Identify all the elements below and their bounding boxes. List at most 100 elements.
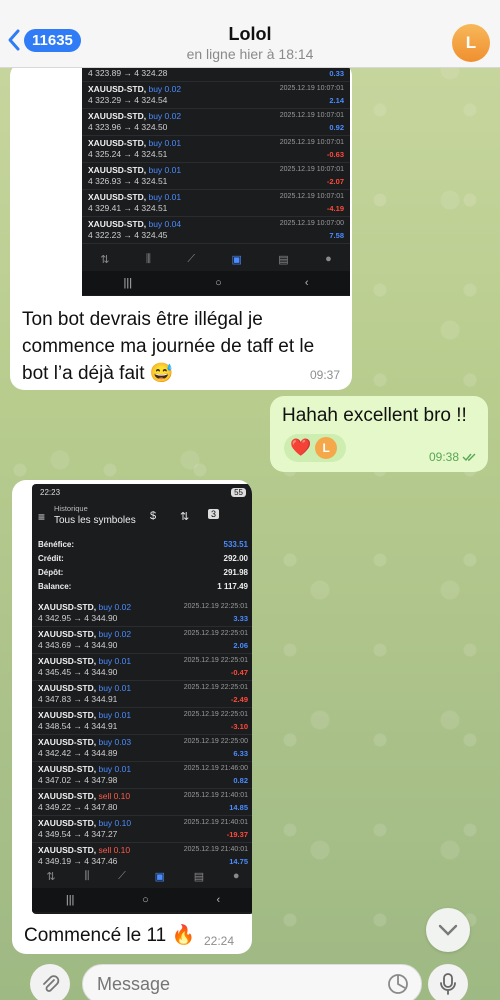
recents-icon: |||: [123, 277, 133, 289]
trade-row[interactable]: XAUUSD-STD, buy 0.10 4 349.54 → 4 347.27 2…: [32, 816, 252, 843]
summary-row: Dépôt: 291.98: [38, 566, 248, 580]
trade-prices: 4 322.23 → 4 324.45: [88, 230, 168, 240]
news-icon: ▤: [278, 253, 289, 266]
message-input[interactable]: [97, 973, 347, 995]
trade-prices: 4 349.54 → 4 347.27: [38, 829, 118, 839]
trade-row[interactable]: XAUUSD-STD, buy 0.01 4 347.02 → 4 347.98 2…: [32, 762, 252, 789]
attach-button[interactable]: [30, 964, 70, 1000]
trade-list: XAUUSD-STD, buy 0.01 4 323.89 → 4 324.28 2…: [82, 62, 350, 244]
screenshot-image[interactable]: XAUUSD-STD, buy 0.01 4 323.89 → 4 324.28 2…: [82, 62, 350, 296]
trade-prices: 4 329.41 → 4 324.51: [88, 203, 168, 213]
trade-date: 2025.12.19 21:40:01: [183, 819, 248, 826]
trade-symbol: XAUUSD-STD, buy 0.02: [88, 111, 182, 121]
message-bubble-outgoing[interactable]: Hahah excellent bro !! ❤️ L 09:38: [270, 396, 488, 472]
trade-profit: -2.07: [326, 177, 344, 186]
chat-icon: ●: [232, 870, 240, 882]
trade-symbol: XAUUSD-STD, buy 0.02: [38, 602, 132, 612]
trade-row[interactable]: XAUUSD-STD, buy 0.02 4 323.96 → 4 324.50 2…: [82, 109, 350, 136]
sort-icon[interactable]: ⇅: [180, 510, 189, 523]
trade-side: buy 0.01: [98, 764, 132, 774]
android-nav-bar: ||| ○ ‹: [82, 271, 350, 295]
home-icon: ○: [142, 894, 149, 906]
phone-time: 22:23: [40, 487, 61, 497]
currency-filter-icon[interactable]: $: [150, 510, 156, 522]
trade-row[interactable]: XAUUSD-STD, buy 0.01 4 347.83 → 4 344.91 2…: [32, 681, 252, 708]
trade-symbol: XAUUSD-STD, buy 0.10: [38, 818, 132, 828]
trade-profit: 0.92: [329, 123, 344, 132]
trade-profit: 0.33: [329, 69, 344, 78]
trade-profit: 0.82: [233, 776, 248, 785]
trade-profit: -4.19: [326, 204, 344, 213]
trade-symbol: XAUUSD-STD, buy 0.04: [88, 219, 182, 229]
trade-prices: 4 325.24 → 4 324.51: [88, 149, 168, 159]
message-bubble-incoming[interactable]: 22:23 55 ≡ Historique Tous les symboles …: [12, 480, 252, 954]
app-bottom-nav: ⇅ ⫼ ⟋ ▣ ▤ ●: [82, 247, 350, 271]
trade-row[interactable]: XAUUSD-STD, buy 0.04 4 322.23 → 4 324.45 2…: [82, 217, 350, 244]
trade-row[interactable]: XAUUSD-STD, buy 0.01 4 325.24 → 4 324.51 2…: [82, 136, 350, 163]
chat-title[interactable]: Lolol: [0, 24, 500, 45]
trade-date: 2025.12.19 22:25:01: [183, 603, 248, 610]
contact-avatar[interactable]: L: [452, 24, 490, 62]
back-nav-icon: ‹: [304, 277, 309, 289]
sticker-icon[interactable]: [387, 973, 409, 995]
summary-label: Crédit:: [38, 554, 64, 563]
menu-icon[interactable]: ≡: [38, 510, 45, 524]
chart-icon: ⫼: [145, 252, 151, 265]
chevron-down-icon: [438, 924, 458, 936]
trade-prices: 4 345.45 → 4 344.90: [38, 667, 118, 677]
trade-symbol: XAUUSD-STD, sell 0.10: [38, 791, 131, 801]
trade-prices: 4 342.42 → 4 344.89: [38, 748, 118, 758]
trade-side: buy 0.02: [98, 629, 132, 639]
trade-row[interactable]: XAUUSD-STD, buy 0.03 4 342.42 → 4 344.89 2…: [32, 735, 252, 762]
reaction-avatar: L: [315, 437, 338, 459]
voice-message-button[interactable]: [428, 964, 468, 1000]
trade-symbol: XAUUSD-STD, sell 0.10: [38, 845, 131, 855]
trade-date: 2025.12.19 22:25:01: [183, 630, 248, 637]
trade-prices: 4 343.69 → 4 344.90: [38, 640, 118, 650]
message-time: 22:24: [204, 934, 235, 948]
history-icon: ▣: [231, 253, 242, 266]
calendar-icon[interactable]: 3: [208, 509, 220, 519]
trade-profit: -0.47: [230, 668, 248, 677]
trade-prices: 4 326.93 → 4 324.51: [88, 176, 168, 186]
trade-row[interactable]: XAUUSD-STD, buy 0.01 4 329.41 → 4 324.51 2…: [82, 190, 350, 217]
message-input-container[interactable]: [82, 964, 422, 1000]
summary-row: Balance: 1 117.49: [38, 580, 248, 594]
reaction-chip[interactable]: ❤️ L: [284, 434, 346, 462]
message-bubble-incoming[interactable]: XAUUSD-STD, buy 0.01 4 323.89 → 4 324.28 2…: [10, 62, 352, 390]
trade-profit: -2.49: [230, 695, 248, 704]
trade-row[interactable]: XAUUSD-STD, buy 0.02 4 323.29 → 4 324.54 2…: [82, 82, 350, 109]
scroll-to-bottom-button[interactable]: [426, 908, 470, 952]
trade-row[interactable]: XAUUSD-STD, buy 0.02 4 343.69 → 4 344.90 2…: [32, 627, 252, 654]
recents-icon: |||: [65, 894, 75, 906]
trade-prices: 4 342.95 → 4 344.90: [38, 613, 118, 623]
app-toolbar: ≡ Historique Tous les symboles $ ⇅ 3: [32, 500, 252, 534]
trade-prices: 4 323.96 → 4 324.50: [88, 122, 168, 132]
trade-row[interactable]: XAUUSD-STD, buy 0.02 4 342.95 → 4 344.90 2…: [32, 600, 252, 627]
trade-profit: -0.63: [326, 150, 344, 159]
chat-icon: ●: [325, 253, 332, 265]
battery-icon: 55: [231, 487, 246, 497]
message-meta: 09:38: [429, 450, 478, 464]
trade-profit: -19.37: [226, 830, 248, 839]
trade-date: 2025.12.19 10:07:00: [279, 220, 344, 227]
summary-row: Crédit: 292.00: [38, 552, 248, 566]
trade-side: buy 0.01: [148, 165, 182, 175]
trade-row[interactable]: XAUUSD-STD, buy 0.01 4 326.93 → 4 324.51 2…: [82, 163, 350, 190]
trade-symbol: XAUUSD-STD, buy 0.03: [38, 737, 132, 747]
summary-value: 291.98: [223, 568, 248, 577]
microphone-icon: [440, 973, 456, 995]
screenshot-image[interactable]: 22:23 55 ≡ Historique Tous les symboles …: [32, 484, 252, 914]
trade-row[interactable]: XAUUSD-STD, buy 0.01 4 348.54 → 4 344.91 2…: [32, 708, 252, 735]
trade-side: buy 0.01: [98, 683, 132, 693]
trade-prices: 4 348.54 → 4 344.91: [38, 721, 118, 731]
trade-prices: 4 323.89 → 4 324.28: [88, 68, 168, 78]
trade-side: buy 0.01: [98, 710, 132, 720]
trade-row[interactable]: XAUUSD-STD, buy 0.01 4 345.45 → 4 344.90 2…: [32, 654, 252, 681]
trade-list: XAUUSD-STD, buy 0.02 4 342.95 → 4 344.90 2…: [32, 600, 252, 870]
trade-row[interactable]: XAUUSD-STD, sell 0.10 4 349.22 → 4 347.80…: [32, 789, 252, 816]
summary-value: 292.00: [223, 554, 248, 563]
trade-symbol: XAUUSD-STD, buy 0.02: [88, 84, 182, 94]
trade-profit: 2.06: [233, 641, 248, 650]
summary-value: 1 117.49: [217, 582, 248, 591]
